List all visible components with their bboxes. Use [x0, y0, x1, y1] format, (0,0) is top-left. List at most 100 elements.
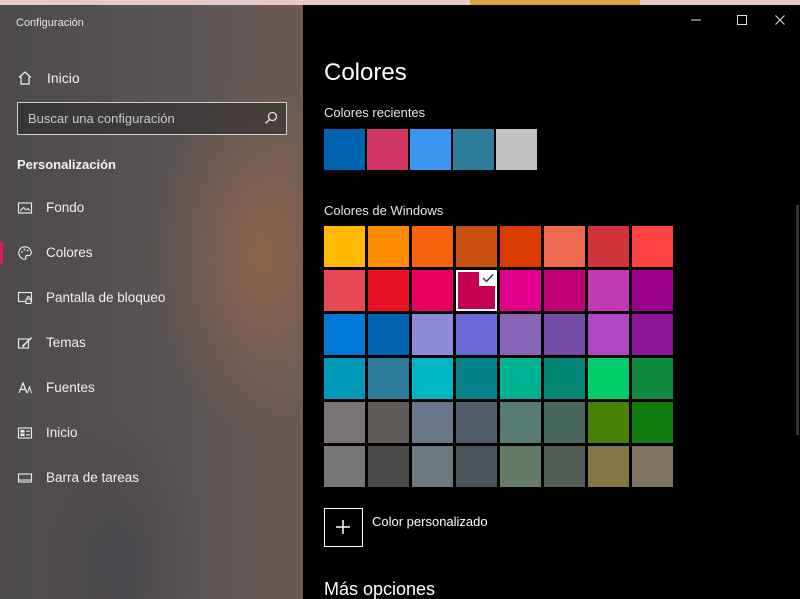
color-swatch[interactable]: [456, 226, 497, 267]
sidebar-item-fondo[interactable]: Fondo: [0, 191, 303, 225]
close-icon: [775, 15, 785, 25]
color-swatch[interactable]: [500, 314, 541, 355]
color-swatch[interactable]: [324, 358, 365, 399]
color-swatch[interactable]: [588, 270, 629, 311]
color-swatch[interactable]: [368, 446, 409, 487]
color-swatch[interactable]: [544, 270, 585, 311]
color-swatch[interactable]: [632, 270, 673, 311]
color-swatch[interactable]: [500, 402, 541, 443]
color-swatch[interactable]: [500, 358, 541, 399]
sidebar-item-pantalla-de-bloqueo[interactable]: Pantalla de bloqueo: [0, 281, 303, 315]
color-swatch[interactable]: [632, 226, 673, 267]
color-swatch[interactable]: [632, 358, 673, 399]
color-swatch[interactable]: [368, 358, 409, 399]
color-swatch[interactable]: [544, 358, 585, 399]
main-content: Colores Colores recientes Colores de Win…: [303, 5, 800, 599]
sidebar-item-barra-de-tareas[interactable]: Barra de tareas: [0, 461, 303, 495]
recent-color-swatch[interactable]: [367, 129, 408, 170]
start-icon: [17, 425, 33, 441]
sidebar-item-label: Pantalla de bloqueo: [46, 290, 166, 305]
recent-colors-label: Colores recientes: [324, 105, 426, 120]
sidebar-item-home[interactable]: Inicio: [0, 63, 303, 93]
minimize-icon: [691, 19, 701, 21]
sidebar-item-inicio[interactable]: Inicio: [0, 416, 303, 450]
color-swatch[interactable]: [456, 314, 497, 355]
color-swatch[interactable]: [588, 358, 629, 399]
sidebar-item-label: Fuentes: [46, 380, 95, 395]
color-swatch[interactable]: [632, 402, 673, 443]
color-swatch[interactable]: [412, 314, 453, 355]
recent-color-swatch[interactable]: [324, 129, 365, 170]
sidebar-item-label: Temas: [46, 335, 86, 350]
search-box[interactable]: [17, 102, 287, 135]
color-swatch[interactable]: [544, 402, 585, 443]
section-title: Personalización: [17, 157, 116, 172]
color-swatch[interactable]: [588, 446, 629, 487]
color-swatch[interactable]: [412, 358, 453, 399]
fonts-icon: [17, 380, 33, 396]
sidebar: Configuración Inicio Personalización Fon…: [0, 5, 303, 599]
color-swatch[interactable]: [324, 314, 365, 355]
sidebar-item-fuentes[interactable]: Fuentes: [0, 371, 303, 405]
color-swatch[interactable]: [324, 446, 365, 487]
color-swatch[interactable]: [588, 314, 629, 355]
color-swatch[interactable]: [368, 270, 409, 311]
color-swatch[interactable]: [500, 446, 541, 487]
color-swatch[interactable]: [500, 226, 541, 267]
home-icon: [17, 70, 33, 86]
color-swatch[interactable]: [368, 226, 409, 267]
sidebar-item-label: Inicio: [46, 425, 78, 440]
color-swatch[interactable]: [412, 270, 453, 311]
custom-color-button[interactable]: Color personalizado: [324, 508, 624, 550]
color-swatch[interactable]: [456, 358, 497, 399]
color-swatch[interactable]: [412, 446, 453, 487]
color-swatch[interactable]: [588, 402, 629, 443]
color-swatch[interactable]: [544, 446, 585, 487]
color-swatch[interactable]: [412, 226, 453, 267]
color-swatch[interactable]: [456, 446, 497, 487]
maximize-button[interactable]: [722, 9, 762, 31]
scrollbar[interactable]: [796, 205, 799, 435]
color-swatch[interactable]: [500, 270, 541, 311]
plus-icon: [336, 520, 350, 534]
page-title: Colores: [324, 59, 407, 86]
sidebar-item-colores[interactable]: Colores: [0, 236, 303, 270]
windows-colors-label: Colores de Windows: [324, 203, 444, 218]
recent-color-swatch[interactable]: [453, 129, 494, 170]
taskbar-icon: [17, 470, 33, 486]
picture-icon: [17, 200, 33, 216]
color-swatch[interactable]: [632, 314, 673, 355]
windows-color-grid: [324, 226, 673, 487]
color-swatch[interactable]: [456, 402, 497, 443]
color-swatch[interactable]: [544, 314, 585, 355]
palette-icon: [17, 245, 33, 261]
recent-color-swatch[interactable]: [496, 129, 537, 170]
minimize-button[interactable]: [676, 9, 716, 31]
close-button[interactable]: [760, 9, 800, 31]
sidebar-item-temas[interactable]: Temas: [0, 326, 303, 360]
checkmark-icon: [479, 270, 497, 286]
color-swatch[interactable]: [632, 446, 673, 487]
more-options-heading: Más opciones: [324, 579, 436, 599]
custom-color-label: Color personalizado: [372, 514, 488, 529]
search-input[interactable]: [18, 103, 258, 133]
color-swatch[interactable]: [368, 402, 409, 443]
themes-icon: [17, 335, 33, 351]
lock-screen-icon: [17, 290, 33, 306]
add-color-box[interactable]: [324, 508, 363, 547]
recent-color-swatch[interactable]: [410, 129, 451, 170]
color-swatch[interactable]: [324, 402, 365, 443]
color-swatch[interactable]: [456, 270, 497, 311]
color-swatch[interactable]: [412, 402, 453, 443]
sidebar-item-label: Colores: [46, 245, 93, 260]
color-swatch[interactable]: [368, 314, 409, 355]
search-icon[interactable]: [264, 111, 278, 125]
recent-colors: [324, 129, 537, 170]
color-swatch[interactable]: [588, 226, 629, 267]
color-swatch[interactable]: [544, 226, 585, 267]
color-swatch[interactable]: [324, 270, 365, 311]
sidebar-item-label: Barra de tareas: [46, 470, 140, 485]
maximize-icon: [737, 15, 747, 25]
app-title: Configuración: [16, 17, 84, 29]
color-swatch[interactable]: [324, 226, 365, 267]
